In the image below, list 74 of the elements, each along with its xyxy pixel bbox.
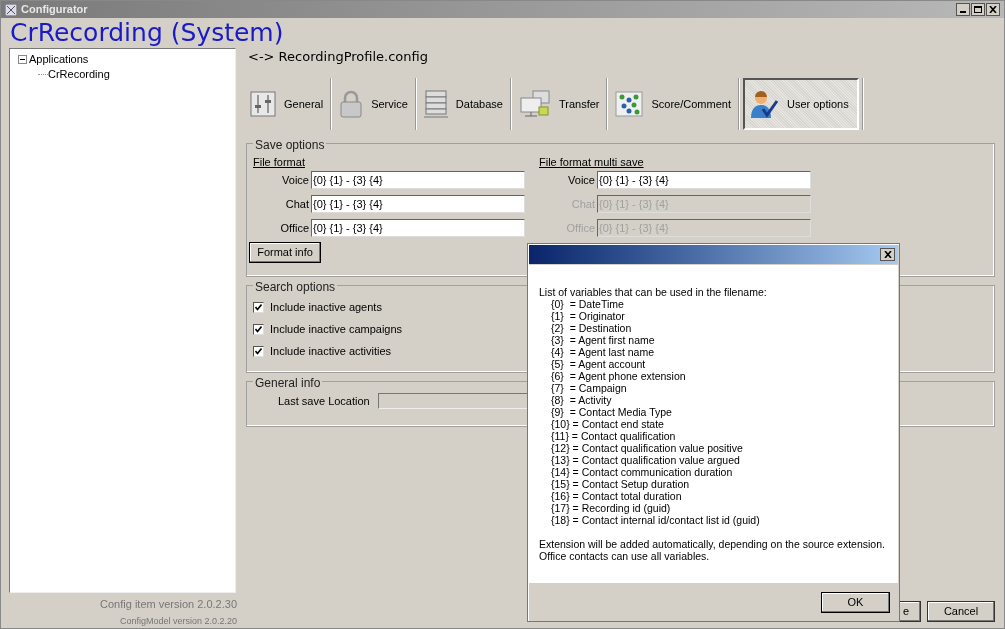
- subgroup-title: File format: [253, 155, 306, 168]
- computers-icon: [518, 90, 551, 118]
- text-field[interactable]: {0} {1} - {3} {4}: [311, 219, 525, 237]
- window-title: Configurator: [21, 2, 88, 18]
- field-label: Chat: [285, 196, 309, 212]
- variable-line: {9} = Contact Media Type: [550, 406, 673, 418]
- page-heading: CrRecording (System): [9, 18, 285, 48]
- checkbox[interactable]: [253, 323, 264, 335]
- collapse-icon[interactable]: [18, 54, 27, 64]
- close-button[interactable]: [880, 248, 895, 261]
- variable-line: {16} = Contact total duration: [550, 490, 683, 502]
- checkbox-label: Include inactive agents: [270, 299, 382, 315]
- close-icon: [989, 6, 997, 13]
- version-text: Config item version 2.0.2.30: [100, 597, 237, 612]
- variable-line: {4} = Agent last name: [550, 346, 656, 358]
- check-icon: [255, 325, 262, 333]
- variable-line: {12} = Contact qualification value positive: [550, 442, 744, 454]
- minimize-button[interactable]: [956, 3, 970, 16]
- sliders-icon: [250, 91, 276, 117]
- variable-line: {14} = Contact communication duration: [550, 466, 734, 478]
- check-icon: [255, 303, 262, 311]
- intro-text: List of variables that can be used in the filename:: [539, 286, 768, 298]
- dialog-button[interactable]: Cancel: [927, 601, 995, 622]
- toolbar-tab[interactable]: Service: [335, 78, 412, 130]
- variable-line: {2} = Destination: [550, 322, 633, 334]
- variable-line: {13} = Contact qualification value argued: [550, 454, 741, 466]
- maximize-icon: [974, 6, 982, 13]
- close-icon: [883, 251, 892, 258]
- field-label: Voice: [568, 172, 595, 188]
- field-label: Office: [280, 220, 309, 236]
- text-field[interactable]: {0} {1} - {3} {4}: [311, 171, 525, 189]
- padlock-icon: [339, 90, 364, 118]
- close-button[interactable]: [986, 3, 1000, 16]
- variable-line: {3} = Agent first name: [550, 334, 656, 346]
- toolbar-tab[interactable]: Score/Comment: [611, 78, 735, 130]
- checkbox-label: Include inactive campaigns: [270, 321, 403, 337]
- variable-line: {17} = Recording id (guid): [550, 502, 672, 514]
- format-info-button[interactable]: Format info: [249, 242, 321, 263]
- tree-item[interactable]: CrRecording: [48, 66, 110, 83]
- variable-line: {15} = Contact Setup duration: [550, 478, 691, 490]
- minimize-icon: [960, 11, 966, 13]
- variable-line: {18} = Contact internal id/contact list id (guid): [550, 514, 761, 526]
- subgroup-title: File format multi save: [539, 155, 645, 168]
- maximize-button[interactable]: [971, 3, 985, 16]
- toolbar-tab[interactable]: User options: [742, 78, 859, 130]
- checkbox[interactable]: [253, 345, 264, 357]
- dots-grid-icon: [615, 91, 644, 117]
- field-label: Voice: [282, 172, 309, 188]
- toolbar-tab[interactable]: Transfer: [514, 78, 604, 130]
- variable-line: {6} = Agent phone extension: [550, 370, 687, 382]
- variable-line: {5} = Agent account: [550, 358, 647, 370]
- check-icon: [255, 347, 262, 355]
- variable-line: {7} = Campaign: [550, 382, 628, 394]
- checkbox-label: Include inactive activities: [270, 343, 392, 359]
- file-path: <-> RecordingProfile.config: [247, 48, 429, 66]
- version-text: ConfigModel version 2.0.2.20: [119, 614, 237, 628]
- app-icon: [5, 3, 17, 16]
- variable-line: {10} = Contact end state: [550, 418, 665, 430]
- toolbar-tab[interactable]: Database: [419, 78, 507, 130]
- variable-line: {1} = Originator: [550, 310, 626, 322]
- field-label: Last save Location: [278, 394, 370, 409]
- user-check-icon: [748, 89, 779, 119]
- note-text: Office contacts can use all variables.: [539, 550, 711, 562]
- server-icon: [423, 90, 448, 118]
- note-text: Extension will be added automatically, depending on the source extension.: [539, 538, 886, 550]
- toolbar-tab[interactable]: General: [246, 78, 328, 130]
- text-field[interactable]: {0} {1} - {3} {4}: [597, 171, 811, 189]
- tree-item[interactable]: Applications: [29, 51, 89, 68]
- checkbox[interactable]: [253, 301, 264, 313]
- variable-line: {0} = DateTime: [550, 298, 625, 310]
- text-field[interactable]: {0} {1} - {3} {4}: [311, 195, 525, 213]
- variable-line: {11} = Contact qualification: [550, 430, 677, 442]
- ok-button[interactable]: OK: [821, 592, 890, 613]
- variable-line: {8} = Activity: [550, 394, 613, 406]
